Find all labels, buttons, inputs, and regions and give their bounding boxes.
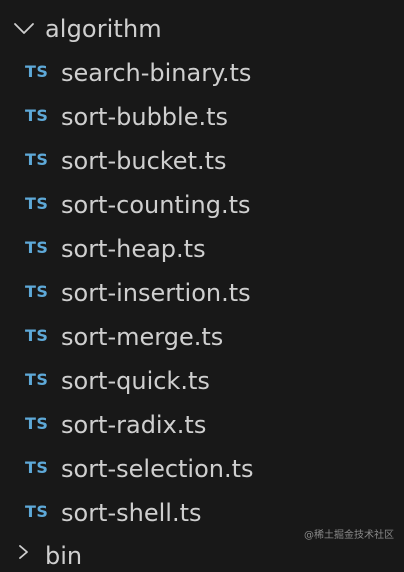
typescript-file-icon: TS (25, 106, 49, 125)
file-row[interactable]: TS sort-selection.ts (0, 447, 404, 491)
file-name: sort-merge.ts (61, 323, 224, 351)
typescript-file-icon: TS (25, 414, 49, 433)
file-name: sort-counting.ts (61, 191, 251, 219)
file-name: sort-quick.ts (61, 367, 210, 395)
typescript-file-icon: TS (25, 62, 49, 81)
file-row[interactable]: TS sort-merge.ts (0, 315, 404, 359)
typescript-file-icon: TS (25, 370, 49, 389)
typescript-file-icon: TS (25, 238, 49, 257)
file-row[interactable]: TS sort-heap.ts (0, 227, 404, 271)
file-name: sort-bubble.ts (61, 103, 229, 131)
typescript-file-icon: TS (25, 150, 49, 169)
file-list: TS search-binary.ts TS sort-bubble.ts TS… (0, 0, 404, 554)
file-row[interactable]: TS sort-quick.ts (0, 359, 404, 403)
file-name: search-binary.ts (61, 59, 252, 87)
file-name: sort-bucket.ts (61, 147, 227, 175)
typescript-file-icon: TS (25, 502, 49, 521)
typescript-file-icon: TS (25, 458, 49, 477)
chevron-right-icon[interactable] (14, 544, 34, 559)
file-row[interactable]: TS sort-counting.ts (0, 183, 404, 227)
file-explorer: algorithm TS search-binary.ts TS sort-bu… (0, 0, 404, 570)
file-name: sort-shell.ts (61, 499, 202, 527)
watermark: @稀土掘金技术社区 (304, 530, 394, 541)
file-row[interactable]: TS sort-radix.ts (0, 403, 404, 447)
typescript-file-icon: TS (25, 326, 49, 345)
file-row[interactable]: TS search-binary.ts (0, 51, 404, 95)
typescript-file-icon: TS (25, 282, 49, 301)
file-row[interactable]: TS sort-bubble.ts (0, 95, 404, 139)
file-row[interactable]: TS sort-insertion.ts (0, 271, 404, 315)
file-row[interactable]: TS sort-bucket.ts (0, 139, 404, 183)
folder-label: bin (45, 542, 83, 570)
file-name: sort-heap.ts (61, 235, 206, 263)
file-name: sort-radix.ts (61, 411, 207, 439)
file-name: sort-insertion.ts (61, 279, 251, 307)
file-name: sort-selection.ts (61, 455, 254, 483)
typescript-file-icon: TS (25, 194, 49, 213)
